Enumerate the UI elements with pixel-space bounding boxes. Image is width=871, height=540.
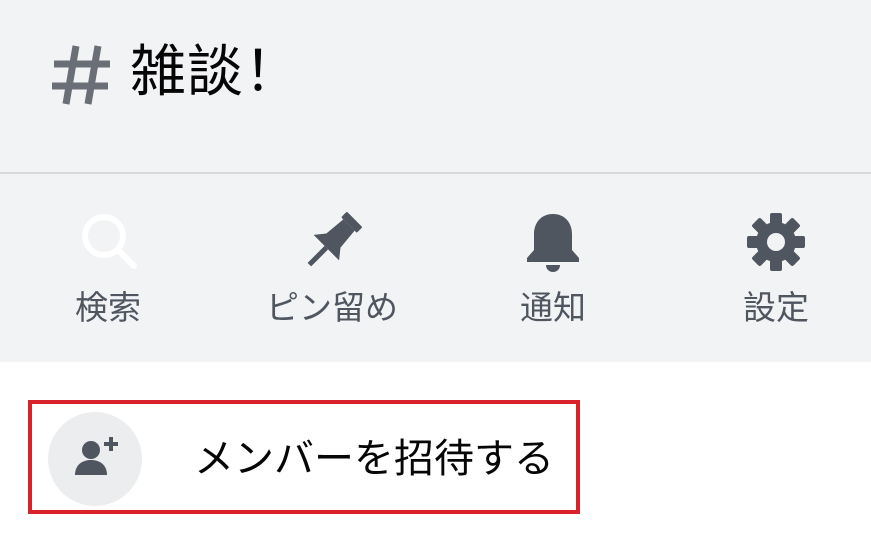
pin-button[interactable]: ピン留め xyxy=(232,174,432,362)
settings-button[interactable]: 設定 xyxy=(676,174,871,362)
invite-label: メンバーを招待する xyxy=(194,436,554,482)
channel-actions: 検索 ピン留め 通知 設定 xyxy=(0,174,871,362)
channel-name: 雑談！ xyxy=(130,40,301,105)
channel-header: 雑談！ xyxy=(0,0,871,172)
invite-members-button[interactable]: メンバーを招待する xyxy=(28,400,580,514)
gear-icon xyxy=(747,213,805,271)
member-section: メンバーを招待する xyxy=(0,362,871,540)
notification-button[interactable]: 通知 xyxy=(453,174,653,362)
invite-avatar xyxy=(48,412,142,506)
add-user-icon xyxy=(75,437,118,475)
pin-icon xyxy=(307,212,362,267)
settings-label: 設定 xyxy=(743,288,809,327)
search-icon xyxy=(82,214,137,269)
channel-details-panel: 雑談！ 検索 ピン留め 通知 設定 メンバーを招待する xyxy=(0,0,871,540)
notification-label: 通知 xyxy=(520,288,586,327)
search-label: 検索 xyxy=(75,288,141,327)
pin-label: ピン留め xyxy=(266,288,398,327)
bell-icon xyxy=(527,214,579,272)
search-button[interactable]: 検索 xyxy=(8,174,208,362)
hash-icon xyxy=(52,45,110,105)
